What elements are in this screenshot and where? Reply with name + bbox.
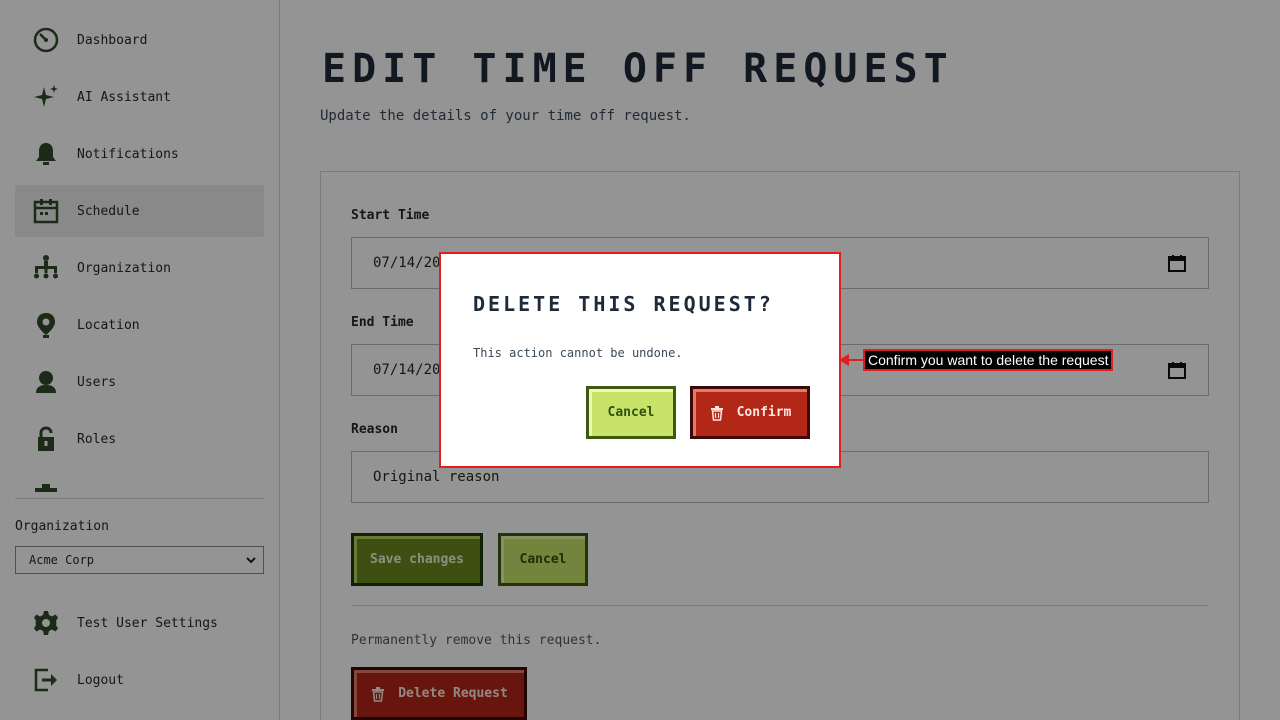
annotation-label: Confirm you want to delete the request — [863, 349, 1114, 371]
trash-icon — [710, 405, 723, 421]
delete-confirm-dialog: DELETE THIS REQUEST? This action cannot … — [439, 252, 841, 468]
annotation-line — [848, 359, 864, 361]
dialog-confirm-button[interactable]: Confirm — [690, 386, 810, 439]
dialog-confirm-label: Confirm — [736, 405, 792, 420]
dialog-cancel-button[interactable]: Cancel — [586, 386, 676, 439]
dialog-message: This action cannot be undone. — [473, 346, 683, 360]
dialog-title: DELETE THIS REQUEST? — [473, 292, 774, 316]
